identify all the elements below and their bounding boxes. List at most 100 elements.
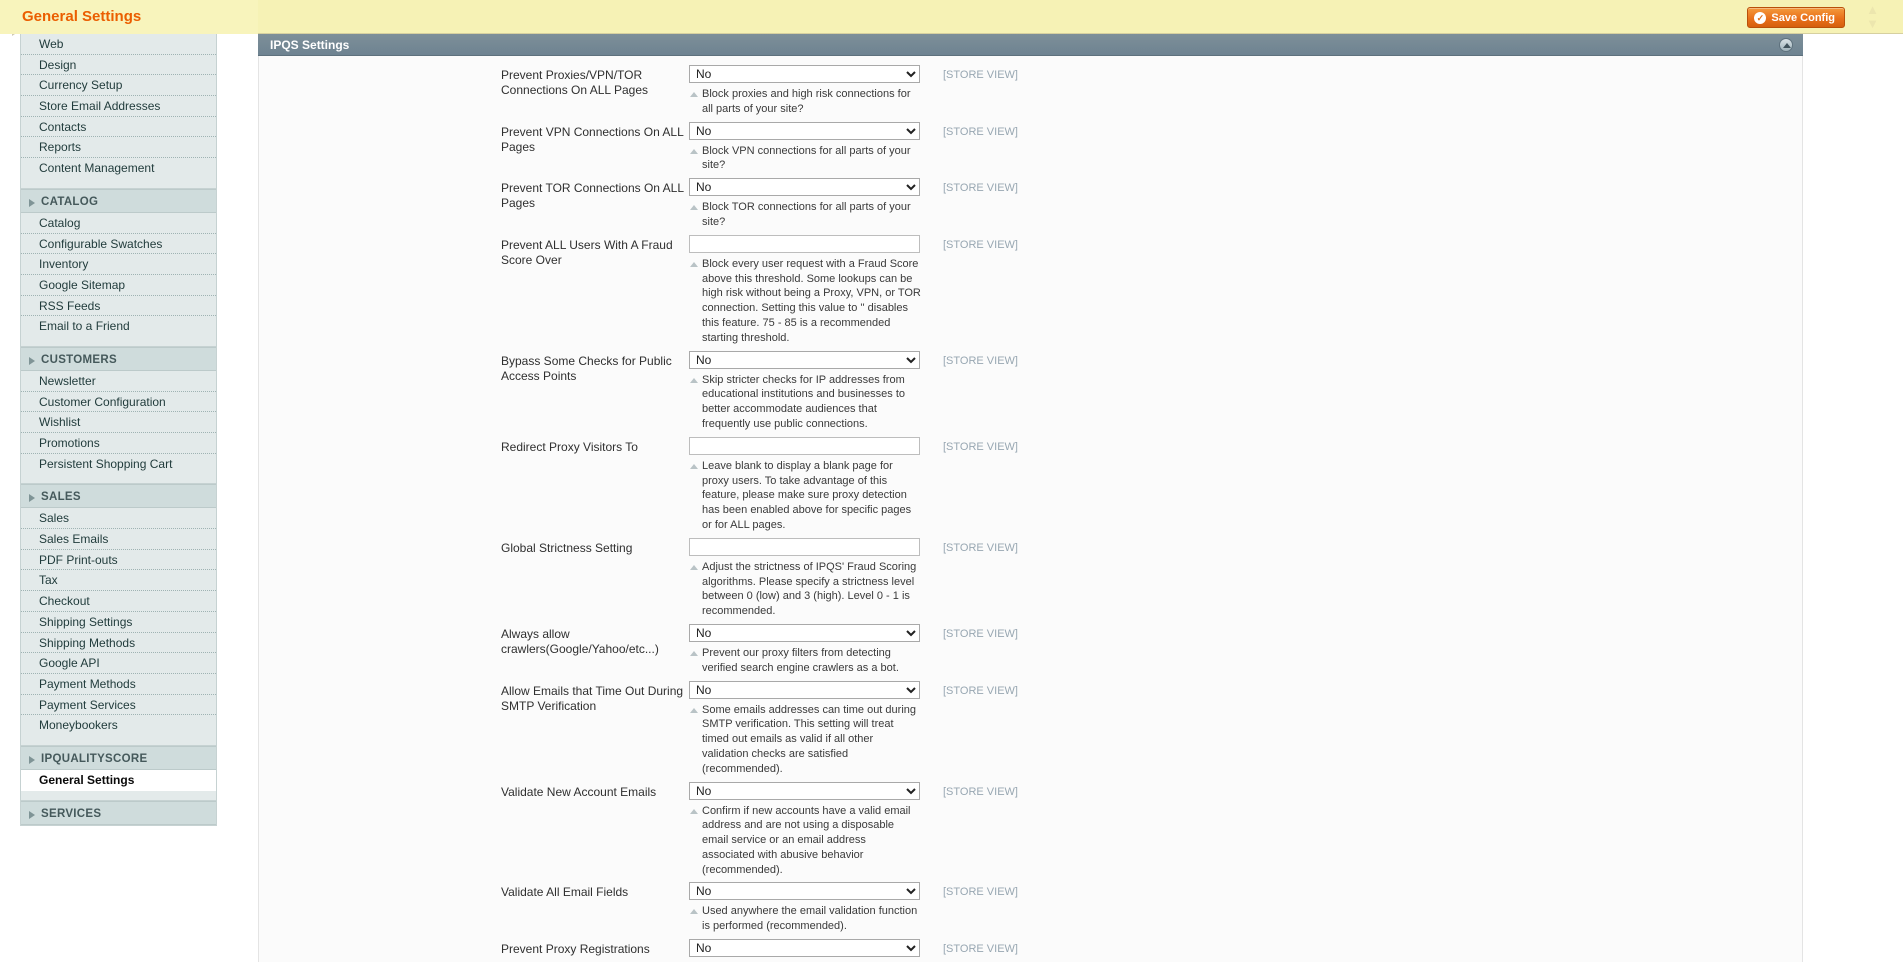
sidebar-item-label: Checkout [39,594,90,609]
field-scope-prevent-proxies-vpn-tor-connections-on-all-pages: [STORE VIEW] [943,69,1018,81]
field-note-validate-all-email-fields: Used anywhere the email validation funct… [689,904,921,934]
sidebar-item-payment-methods[interactable]: Payment Methods [21,673,216,695]
field-control-redirect-proxy-visitors-to: Leave blank to display a blank page for … [689,436,921,533]
sidebar-item-customer-configuration[interactable]: Customer Configuration [21,391,216,413]
sidebar-item-reports[interactable]: Reports [21,137,216,159]
select-validate-new-account-emails[interactable]: YesNo [689,781,920,800]
sidebar-group-sales[interactable]: SALES [21,484,216,509]
input-global-strictness-setting[interactable] [689,537,920,556]
sidebar-item-label: Inventory [39,257,89,272]
section-header-ipqs-settings[interactable]: IPQS Settings [258,34,1803,56]
sidebar-item-label: Web [39,37,64,51]
sidebar-item-design[interactable]: Design [21,54,216,76]
sidebar-item-label: Customer Configuration [39,394,166,409]
sidebar-item-store-email-addresses[interactable]: Store Email Addresses [21,96,216,117]
field-row-prevent-proxies-vpn-tor-connections-on-all-pages: Prevent Proxies/VPN/TOR Connections On A… [259,65,1802,122]
field-row-prevent-tor-connections-on-all-pages: Prevent TOR Connections On ALL Pages YesN… [259,178,1802,235]
scroll-down-arrow-icon[interactable]: ▼ [1866,16,1879,31]
sidebar-item-label: General Settings [39,772,135,787]
field-note-redirect-proxy-visitors-to: Leave blank to display a blank page for … [689,459,921,533]
field-row-prevent-proxy-registrations: Prevent Proxy Registrations YesNo [STORE V… [259,939,1802,962]
sidebar-group-label: CUSTOMERS [41,353,117,366]
sticky-header-bar: ▲ ▼ [0,0,1903,34]
sidebar-item-moneybookers[interactable]: Moneybookers [21,715,216,736]
sidebar-item-shipping-methods[interactable]: Shipping Methods [21,632,216,654]
select-allow-emails-that-time-out-during-smtp-verification[interactable]: YesNo [689,680,920,699]
field-scope-prevent-proxy-registrations: [STORE VIEW] [943,943,1018,956]
field-control-global-strictness-setting: Adjust the strictness of IPQS' Fraud Sco… [689,537,921,619]
save-config-button[interactable]: ✓ Save Config [1747,7,1845,28]
select-prevent-proxies-vpn-tor-connections-on-all-pages[interactable]: YesNo [689,65,920,83]
sidebar-item-label: Wishlist [39,415,81,430]
sidebar-item-pdf-print-outs[interactable]: PDF Print-outs [21,549,216,571]
field-row-redirect-proxy-visitors-to: Redirect Proxy Visitors To Leave blank to… [259,436,1802,538]
field-label-global-strictness-setting: Global Strictness Setting [501,540,633,555]
field-row-validate-all-email-fields: Validate All Email Fields YesNo Used anywh… [259,882,1802,939]
sidebar-item-wishlist[interactable]: Wishlist [21,412,216,433]
field-scope-always-allow-crawlers-google-yahoo-etc: [STORE VIEW] [943,627,1018,640]
sidebar-item-tax[interactable]: Tax [21,570,216,592]
select-prevent-tor-connections-on-all-pages[interactable]: YesNo [689,178,920,197]
sidebar-item-currency-setup[interactable]: Currency Setup [21,75,216,97]
main-content: IPQS Settings Prevent Proxies/VPN/TOR Co… [258,34,1903,969]
sidebar-item-web[interactable]: Web [21,34,216,55]
select-validate-all-email-fields[interactable]: YesNo [689,882,920,901]
field-label-prevent-vpn-connections-on-all-pages: Prevent VPN Connections On ALL Pages [501,124,684,154]
sidebar-item-shipping-settings[interactable]: Shipping Settings [21,611,216,633]
sidebar-item-general-settings[interactable]: General Settings [21,769,216,791]
field-control-validate-all-email-fields: YesNo Used anywhere the email validation … [689,882,921,934]
sidebar-group-catalog[interactable]: CATALOG [21,188,216,213]
sidebar-item-catalog[interactable]: Catalog [21,212,216,234]
sidebar-item-newsletter[interactable]: Newsletter [21,370,216,392]
select-prevent-vpn-connections-on-all-pages[interactable]: YesNo [689,121,920,140]
sidebar-item-label: Catalog [39,215,81,230]
sidebar-item-google-sitemap[interactable]: Google Sitemap [21,274,216,296]
field-label-prevent-tor-connections-on-all-pages: Prevent TOR Connections On ALL Pages [501,181,684,211]
sidebar-group-services[interactable]: SERVICES [21,800,216,825]
field-control-bypass-some-checks-for-public-access-points: YesNo Skip stricter checks for IP address… [689,350,921,432]
field-scope-redirect-proxy-visitors-to: [STORE VIEW] [943,440,1018,453]
sidebar-item-label: Persistent Shopping Cart [39,456,173,471]
sidebar-item-inventory[interactable]: Inventory [21,254,216,275]
sidebar-item-label: Sales [39,511,70,526]
field-label-prevent-proxies-vpn-tor-connections-on-all-pages: Prevent Proxies/VPN/TOR Connections On A… [501,68,648,98]
sidebar-item-promotions[interactable]: Promotions [21,433,216,454]
sidebar-item-label: Tax [39,573,58,588]
sidebar-item-sales-emails[interactable]: Sales Emails [21,529,216,550]
input-prevent-all-users-with-a-fraud-score-over[interactable] [689,234,920,253]
sidebar-item-content-management[interactable]: Content Management [21,158,216,179]
sidebar-item-contacts[interactable]: Contacts [21,116,216,138]
sidebar-group-customers[interactable]: CUSTOMERS [21,346,216,371]
input-redirect-proxy-visitors-to[interactable] [689,436,920,455]
sidebar-item-google-api[interactable]: Google API [21,653,216,674]
field-note-bypass-some-checks-for-public-access-points: Skip stricter checks for IP addresses fr… [689,373,921,432]
field-label-allow-emails-that-time-out-during-smtp-verification: Allow Emails that Time Out During SMTP V… [501,683,684,713]
sidebar-item-persistent-shopping-cart[interactable]: Persistent Shopping Cart [21,453,216,475]
sidebar-item-label: Payment Services [39,697,136,712]
sidebar-item-configurable-swatches[interactable]: Configurable Swatches [21,233,216,255]
field-control-prevent-proxies-vpn-tor-connections-on-all-pages: YesNo Block proxies and high risk connect… [689,65,921,117]
sidebar-item-label: PDF Print-outs [39,552,118,567]
field-note-global-strictness-setting: Adjust the strictness of IPQS' Fraud Sco… [689,560,921,619]
chevron-up-circle-icon[interactable] [1779,38,1793,52]
sidebar-item-payment-services[interactable]: Payment Services [21,694,216,716]
scroll-up-arrow-icon[interactable]: ▲ [1866,2,1879,17]
configuration-page: Configuration GENERAL Locale Options Sto… [0,0,1903,969]
select-always-allow-crawlers-google-yahoo-etc[interactable]: YesNo [689,623,920,642]
sidebar-item-checkout[interactable]: Checkout [21,591,216,612]
sidebar-item-email-to-a-friend[interactable]: Email to a Friend [21,316,216,337]
sidebar-group-ipqualityscore[interactable]: IPQUALITYSCORE [21,745,216,770]
sidebar-item-rss-feeds[interactable]: RSS Feeds [21,295,216,317]
field-scope-validate-all-email-fields: [STORE VIEW] [943,886,1018,899]
field-note-validate-new-account-emails: Confirm if new accounts have a valid ema… [689,804,921,878]
field-scope-validate-new-account-emails: [STORE VIEW] [943,785,1018,798]
select-bypass-some-checks-for-public-access-points[interactable]: YesNo [689,350,920,369]
sidebar-item-label: Shipping Settings [39,614,133,629]
field-note-prevent-proxies-vpn-tor-connections-on-all-pages: Block proxies and high risk connections … [689,87,921,117]
sidebar-item-sales[interactable]: Sales [21,508,216,530]
select-prevent-proxy-registrations[interactable]: YesNo [689,939,920,958]
sidebar-item-label: Moneybookers [39,718,118,733]
field-label-bypass-some-checks-for-public-access-points: Bypass Some Checks for Public Access Poi… [501,353,672,383]
sidebar-item-label: Sales Emails [39,532,109,547]
sidebar-item-label: Google Sitemap [39,277,126,292]
